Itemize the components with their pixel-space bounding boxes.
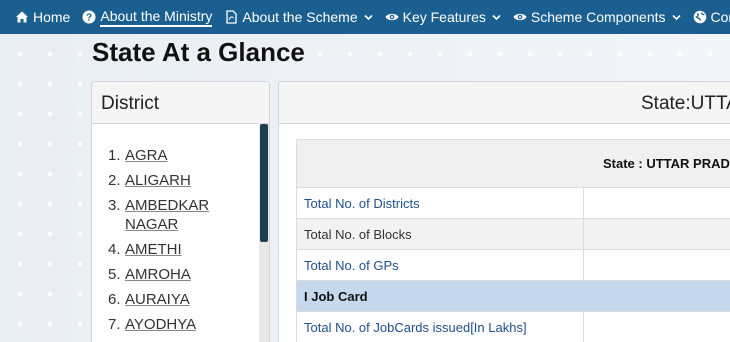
- list-item-number: 1.: [108, 147, 121, 164]
- table-row: Total No. of JobCards issued[In Lakhs]: [296, 311, 730, 342]
- nav-about-scheme[interactable]: About the Scheme: [218, 0, 378, 34]
- state-panel-heading: State:UTTA: [279, 82, 730, 124]
- district-link[interactable]: AMBEDKAR NAGAR: [125, 196, 225, 234]
- district-link[interactable]: AYODHYA: [125, 315, 225, 334]
- question-circle-icon: ?: [82, 10, 96, 24]
- list-item: 7. AYODHYA: [108, 315, 258, 334]
- district-link[interactable]: AGRA: [125, 146, 225, 165]
- nav-key-features-label: Key Features: [402, 9, 486, 25]
- chevron-down-icon: [492, 13, 501, 22]
- list-item-number: 5.: [108, 266, 121, 283]
- nav-scheme-components[interactable]: Scheme Components: [507, 0, 687, 34]
- nav-contact-label: Cont: [710, 9, 730, 25]
- table-row: Total No. of Blocks: [296, 218, 730, 250]
- row-value: [583, 187, 730, 219]
- list-item-number: 7.: [108, 316, 121, 333]
- globe-icon: [693, 10, 707, 24]
- row-label[interactable]: Total No. of Districts: [296, 187, 584, 219]
- nav-contact[interactable]: Cont: [687, 0, 730, 34]
- section-title: I Job Card: [296, 280, 730, 312]
- district-link[interactable]: ALIGARH: [125, 171, 225, 190]
- row-value: [583, 218, 730, 250]
- nav-about-scheme-label: About the Scheme: [242, 9, 358, 25]
- row-label[interactable]: Total No. of JobCards issued[In Lakhs]: [296, 311, 584, 342]
- list-item-number: 4.: [108, 241, 121, 258]
- list-item: 2. ALIGARH: [108, 171, 258, 190]
- district-link[interactable]: AMETHI: [125, 240, 225, 259]
- nav-key-features[interactable]: Key Features: [379, 0, 507, 34]
- pdf-file-icon: [224, 10, 238, 24]
- svg-text:?: ?: [86, 13, 92, 24]
- district-scrollbar[interactable]: [259, 124, 269, 342]
- table-row: Total No. of GPs: [296, 249, 730, 281]
- district-link[interactable]: AMROHA: [125, 265, 225, 284]
- nav-home-label: Home: [33, 9, 71, 25]
- list-item: 1. AGRA: [108, 146, 258, 165]
- district-list: 1. AGRA 2. ALIGARH 3. AMBEDKAR NAGAR 4. …: [92, 124, 258, 334]
- chevron-down-icon: [671, 13, 681, 22]
- list-item: 5. AMROHA: [108, 265, 258, 284]
- table-header-cell: State : UTTAR PRADI: [296, 139, 730, 188]
- table-section-row: I Job Card: [296, 280, 730, 312]
- district-list-container: 1. AGRA 2. ALIGARH 3. AMBEDKAR NAGAR 4. …: [92, 124, 269, 342]
- list-item: 3. AMBEDKAR NAGAR: [108, 196, 258, 234]
- row-label: Total No. of Blocks: [296, 218, 584, 250]
- eye-icon: [513, 10, 527, 24]
- table-header-row: State : UTTAR PRADI: [296, 139, 730, 188]
- state-summary-table: State : UTTAR PRADI Total No. of Distric…: [296, 139, 730, 342]
- eye-icon: [385, 10, 399, 24]
- list-item: 4. AMETHI: [108, 240, 258, 259]
- list-item: 6. AURAIYA: [108, 290, 258, 309]
- state-panel: State:UTTA State : UTTAR PRADI Total No.…: [278, 81, 730, 342]
- top-navbar: Home ? About the Ministry About the Sche…: [0, 0, 730, 34]
- list-item-number: 2.: [108, 172, 121, 189]
- nav-about-ministry[interactable]: ? About the Ministry: [76, 0, 218, 34]
- nav-scheme-components-label: Scheme Components: [530, 9, 666, 25]
- row-value: [583, 249, 730, 281]
- table-row: Total No. of Districts: [296, 187, 730, 219]
- row-label[interactable]: Total No. of GPs: [296, 249, 584, 281]
- nav-home[interactable]: Home: [0, 0, 76, 34]
- row-value: [583, 311, 730, 342]
- scrollbar-thumb[interactable]: [260, 124, 268, 242]
- list-item-number: 3.: [108, 197, 121, 214]
- home-icon: [15, 10, 29, 24]
- district-panel: District 1. AGRA 2. ALIGARH 3. AMBEDKAR …: [91, 81, 270, 342]
- nav-about-ministry-label: About the Ministry: [100, 8, 213, 27]
- list-item-number: 6.: [108, 291, 121, 308]
- district-panel-heading: District: [92, 82, 269, 124]
- page-title: State At a Glance: [92, 37, 305, 67]
- chevron-down-icon: [364, 13, 373, 22]
- district-link[interactable]: AURAIYA: [125, 290, 225, 309]
